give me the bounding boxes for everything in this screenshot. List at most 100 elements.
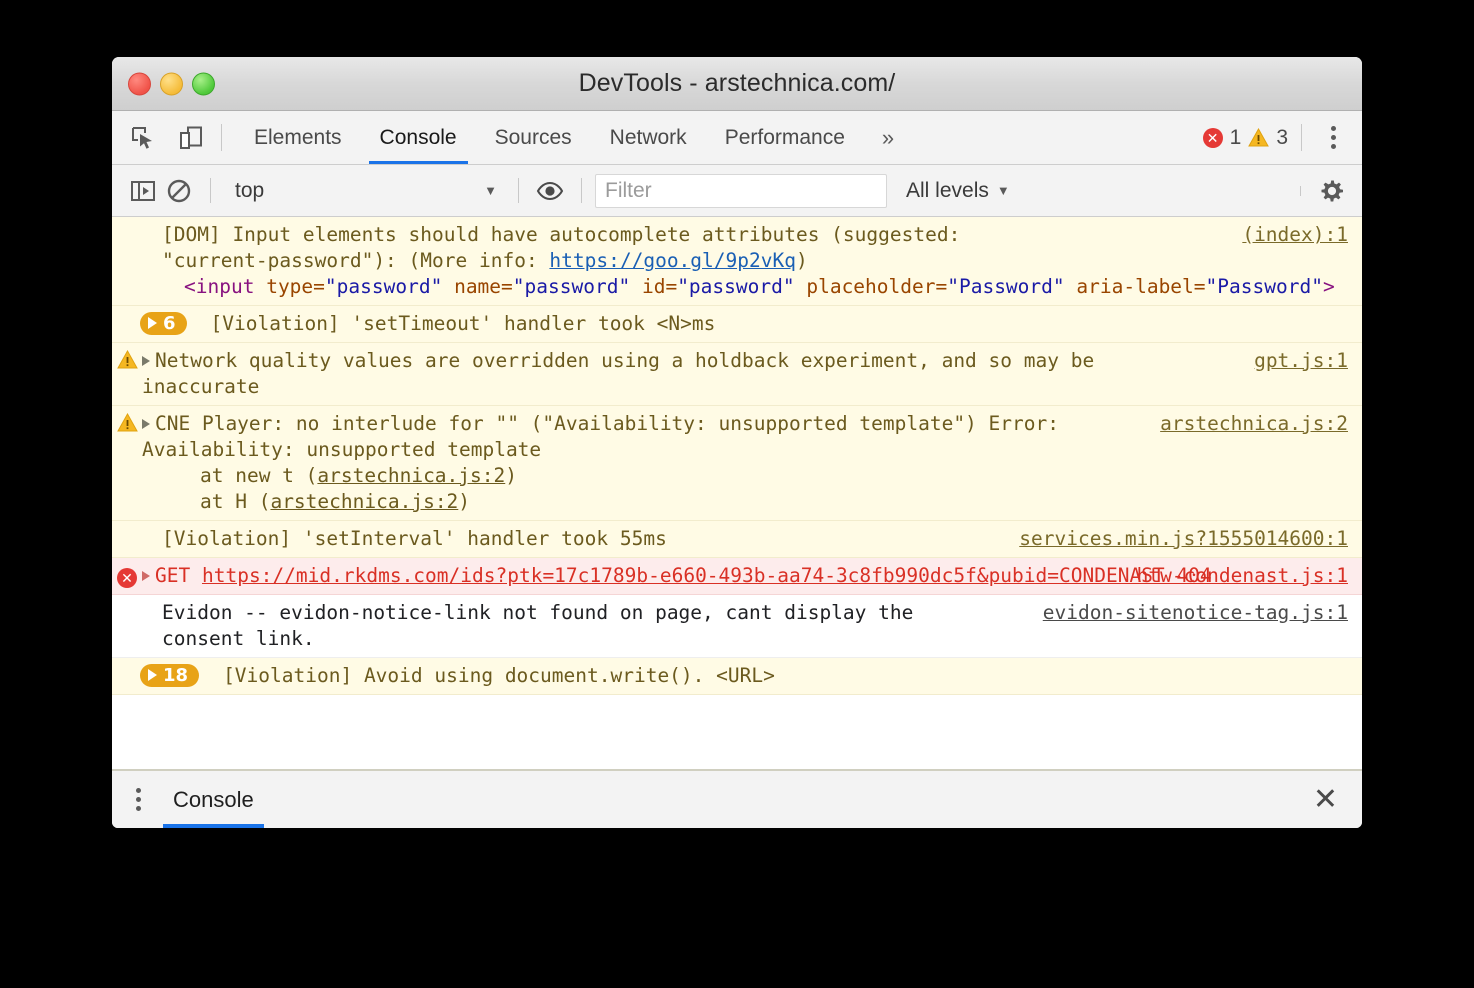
violation-badge-count: 18 xyxy=(163,665,188,686)
message-body: [Violation] Avoid using document.write()… xyxy=(199,663,1362,689)
message-body: Evidon -- evidon-notice-link not found o… xyxy=(162,600,1362,652)
violation-badge[interactable]: 6 xyxy=(140,312,187,335)
snippet-attr-4-value: "Password" xyxy=(1206,275,1323,298)
expand-arrow-icon[interactable] xyxy=(142,571,150,581)
tab-elements[interactable]: Elements xyxy=(235,111,361,164)
console-message-documentwrite-violation[interactable]: 18 [Violation] Avoid using document.writ… xyxy=(112,658,1362,695)
message-text: Evidon -- evidon-notice-link not found o… xyxy=(162,600,1002,652)
violation-badge[interactable]: 18 xyxy=(140,664,199,687)
error-circle-icon: ✕ xyxy=(1203,128,1223,148)
message-gutter xyxy=(112,411,142,432)
tab-network[interactable]: Network xyxy=(591,111,706,164)
warning-triangle-icon xyxy=(117,350,138,369)
tab-elements-label: Elements xyxy=(254,126,342,150)
console-message-network-404[interactable]: ✕ GET https://mid.rkdms.com/ids?ptk=17c1… xyxy=(112,558,1362,595)
console-message-evidon[interactable]: Evidon -- evidon-notice-link not found o… xyxy=(112,595,1362,658)
violation-badge-wrap[interactable]: 6 xyxy=(112,311,187,335)
message-body: CNE Player: no interlude for "" ("Availa… xyxy=(142,411,1362,515)
request-url-link[interactable]: https://mid.rkdms.com/ids?ptk=17c1789b-e… xyxy=(202,564,1165,587)
clear-console-icon[interactable] xyxy=(161,173,197,209)
violation-badge-count: 6 xyxy=(163,313,176,334)
more-info-link[interactable]: https://goo.gl/9p2vKq xyxy=(549,249,796,272)
drawer-tab-console[interactable]: Console xyxy=(163,771,264,828)
autocomplete-line2-post: ) xyxy=(796,249,808,272)
filterbar-divider-2 xyxy=(518,178,519,203)
tab-console[interactable]: Console xyxy=(361,111,476,164)
stack-frame-0-link[interactable]: arstechnica.js:2 xyxy=(317,464,505,487)
console-message-network-quality[interactable]: Network quality values are overridden us… xyxy=(112,343,1362,406)
stack-frame-0-post: ) xyxy=(505,464,517,487)
drawer-kebab-menu-icon[interactable] xyxy=(112,788,163,811)
source-link[interactable]: (index):1 xyxy=(1242,222,1348,248)
source-link[interactable]: arstechnica.js:2 xyxy=(1160,411,1348,437)
drawer-tab-console-label: Console xyxy=(173,787,254,813)
gear-icon[interactable] xyxy=(1314,173,1350,209)
autocomplete-line2-pre: "current-password"): (More info: xyxy=(162,249,549,272)
execution-context-select[interactable]: top ▼ xyxy=(224,179,505,203)
tabs-overflow-chevron-icon[interactable]: » xyxy=(864,111,912,164)
device-toolbar-icon[interactable] xyxy=(174,121,208,155)
close-window-button[interactable] xyxy=(128,72,151,95)
stack-frame-1-pre: at H ( xyxy=(200,490,270,513)
log-levels-select[interactable]: All levels ▼ xyxy=(906,179,1010,203)
snippet-attr-1-value: "password" xyxy=(513,275,630,298)
source-link[interactable]: services.min.js?1555014600:1 xyxy=(1019,526,1348,552)
source-link[interactable]: htw-condenast.js:1 xyxy=(1137,563,1348,589)
filter-input[interactable] xyxy=(595,174,887,208)
console-message-dom-autocomplete[interactable]: [DOM] Input elements should have autocom… xyxy=(112,217,1362,306)
window-title: DevTools - arstechnica.com/ xyxy=(112,69,1362,98)
source-link[interactable]: gpt.js:1 xyxy=(1254,348,1348,374)
snippet-tag-close: > xyxy=(1323,275,1335,298)
expand-arrow-icon[interactable] xyxy=(142,419,150,429)
console-message-cne-player[interactable]: CNE Player: no interlude for "" ("Availa… xyxy=(112,406,1362,521)
autocomplete-line1: [DOM] Input elements should have autocom… xyxy=(162,223,960,246)
tab-console-label: Console xyxy=(380,126,457,150)
error-circle-icon: ✕ xyxy=(117,568,137,588)
chevron-down-icon: ▼ xyxy=(997,183,1010,198)
filterbar-divider-1 xyxy=(210,178,211,203)
stack-frame-1-post: ) xyxy=(458,490,470,513)
message-body: Network quality values are overridden us… xyxy=(142,348,1362,400)
expand-arrow-icon[interactable] xyxy=(142,356,150,366)
message-text: [DOM] Input elements should have autocom… xyxy=(162,222,1348,274)
play-triangle-icon xyxy=(148,669,157,681)
tab-network-label: Network xyxy=(610,126,687,150)
log-levels-label: All levels xyxy=(906,179,989,203)
message-text-content: Network quality values are overridden us… xyxy=(142,349,1106,398)
message-text: [Violation] Avoid using document.write()… xyxy=(223,663,1348,689)
snippet-attr-2-name: id xyxy=(642,275,665,298)
maximize-window-button[interactable] xyxy=(192,72,215,95)
live-expression-icon[interactable] xyxy=(532,173,568,209)
console-message-setinterval-violation[interactable]: [Violation] 'setInterval' handler took 5… xyxy=(112,521,1362,558)
message-gutter xyxy=(112,348,142,369)
play-triangle-icon xyxy=(148,317,157,329)
snippet-attr-4-name: aria-label xyxy=(1076,275,1193,298)
console-message-settimeout-violation[interactable]: 6 [Violation] 'setTimeout' handler took … xyxy=(112,306,1362,343)
http-method: GET xyxy=(155,564,190,587)
stack-frame-0-pre: at new t ( xyxy=(200,464,317,487)
snippet-attr-3-value: "Password" xyxy=(947,275,1064,298)
tab-performance[interactable]: Performance xyxy=(706,111,864,164)
inspect-element-icon[interactable] xyxy=(126,121,160,155)
tab-sources-label: Sources xyxy=(495,126,572,150)
execution-context-value: top xyxy=(235,179,264,203)
source-link[interactable]: evidon-sitenotice-tag.js:1 xyxy=(1043,600,1348,626)
snippet-attr-2-value: "password" xyxy=(677,275,794,298)
message-gutter: ✕ xyxy=(112,563,142,588)
message-text-content: CNE Player: no interlude for "" ("Availa… xyxy=(142,412,1071,461)
title-bar: DevTools - arstechnica.com/ xyxy=(112,57,1362,111)
html-snippet[interactable]: <input type="password" name="password" i… xyxy=(162,274,1348,300)
message-body: [DOM] Input elements should have autocom… xyxy=(162,222,1362,300)
console-sidebar-icon[interactable] xyxy=(125,173,161,209)
minimize-window-button[interactable] xyxy=(160,72,183,95)
message-body: [Violation] 'setTimeout' handler took <N… xyxy=(187,311,1362,337)
tab-sources[interactable]: Sources xyxy=(476,111,591,164)
violation-badge-wrap[interactable]: 18 xyxy=(112,663,199,687)
close-icon[interactable]: ✕ xyxy=(1313,785,1362,815)
console-message-list[interactable]: [DOM] Input elements should have autocom… xyxy=(112,217,1362,769)
toolbar-right-divider xyxy=(1301,124,1302,151)
issue-counts[interactable]: ✕ 1 3 xyxy=(1203,126,1288,150)
stack-frame-1-link[interactable]: arstechnica.js:2 xyxy=(270,490,458,513)
kebab-menu-icon[interactable] xyxy=(1315,126,1352,149)
stack-frame-1: at H (arstechnica.js:2) xyxy=(142,489,1162,515)
